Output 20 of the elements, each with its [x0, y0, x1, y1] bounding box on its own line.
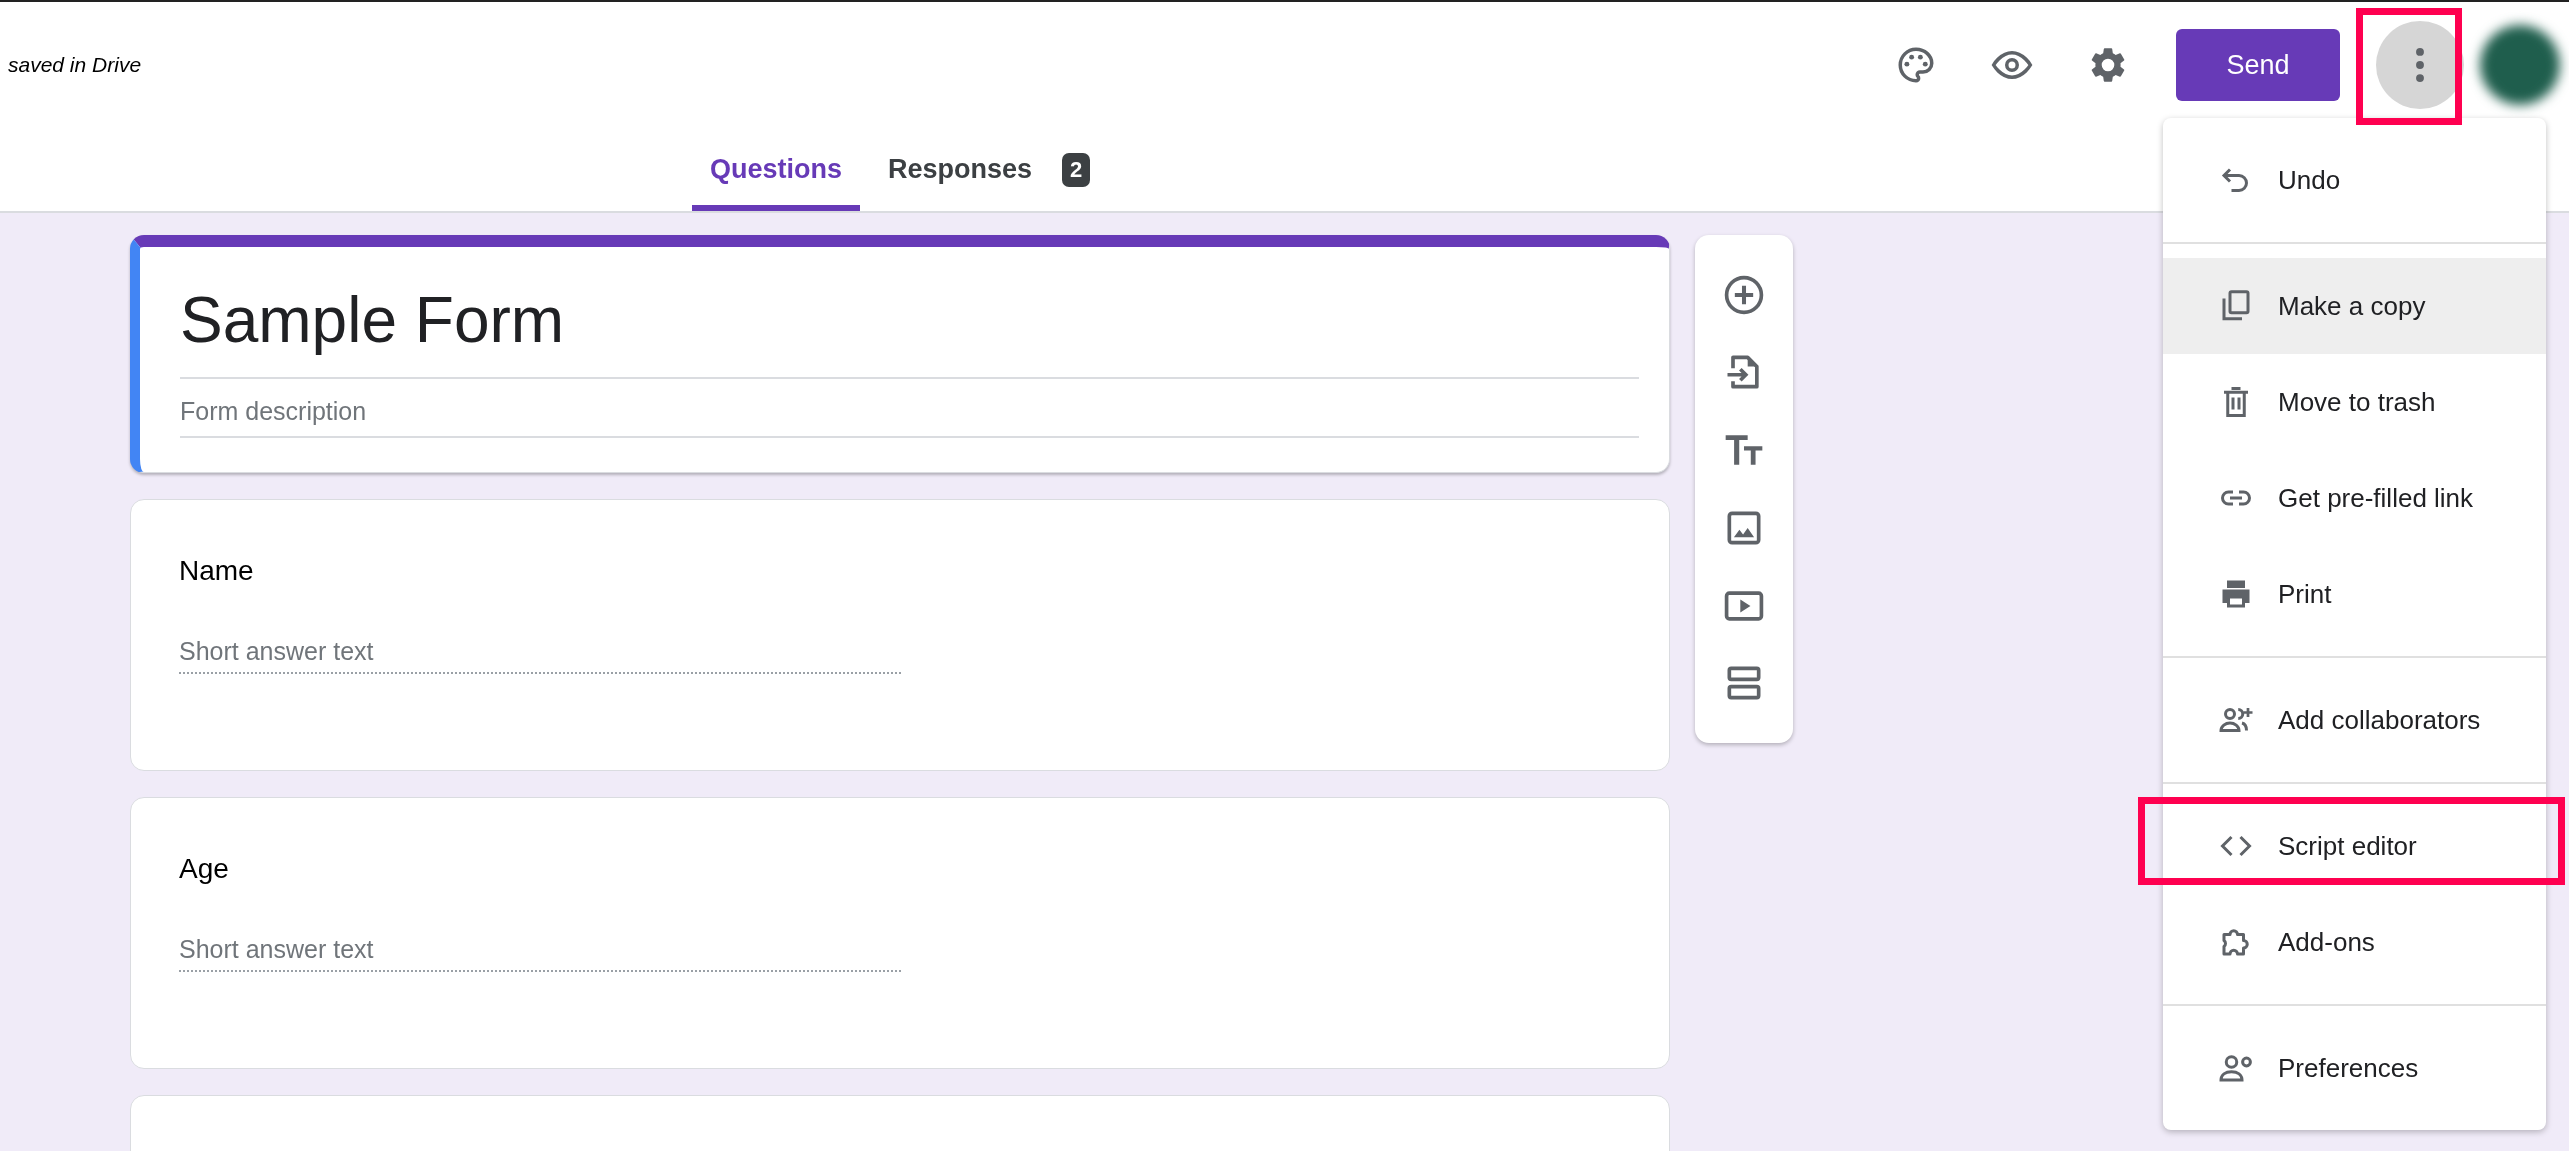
- menu-item[interactable]: Add collaborators: [2163, 672, 2546, 768]
- menu-item[interactable]: Get pre-filled link: [2163, 450, 2546, 546]
- question-title: Name: [179, 555, 255, 587]
- form-title[interactable]: Sample Form: [180, 283, 1639, 379]
- menu-item[interactable]: Preferences: [2163, 1020, 2546, 1116]
- tab[interactable]: Responses: [870, 128, 1051, 211]
- menu-item[interactable]: Print: [2163, 546, 2546, 642]
- menu-item[interactable]: Script editor: [2163, 798, 2546, 894]
- more-vertical-icon: [2416, 48, 2424, 82]
- menu-item[interactable]: Add-ons: [2163, 894, 2546, 990]
- menu-item[interactable]: Make a copy: [2163, 258, 2546, 354]
- count-badge: 2: [1062, 152, 1091, 187]
- menu-item[interactable]: Undo: [2163, 132, 2546, 228]
- send-button[interactable]: Send: [2176, 29, 2340, 101]
- question-title: Age: [179, 853, 230, 885]
- menu-item[interactable]: Move to trash: [2163, 354, 2546, 450]
- avatar[interactable]: [2480, 25, 2560, 105]
- tab[interactable]: Questions: [692, 128, 861, 211]
- description-field[interactable]: Form description: [180, 379, 1639, 438]
- save-status: saved in Drive: [8, 53, 142, 77]
